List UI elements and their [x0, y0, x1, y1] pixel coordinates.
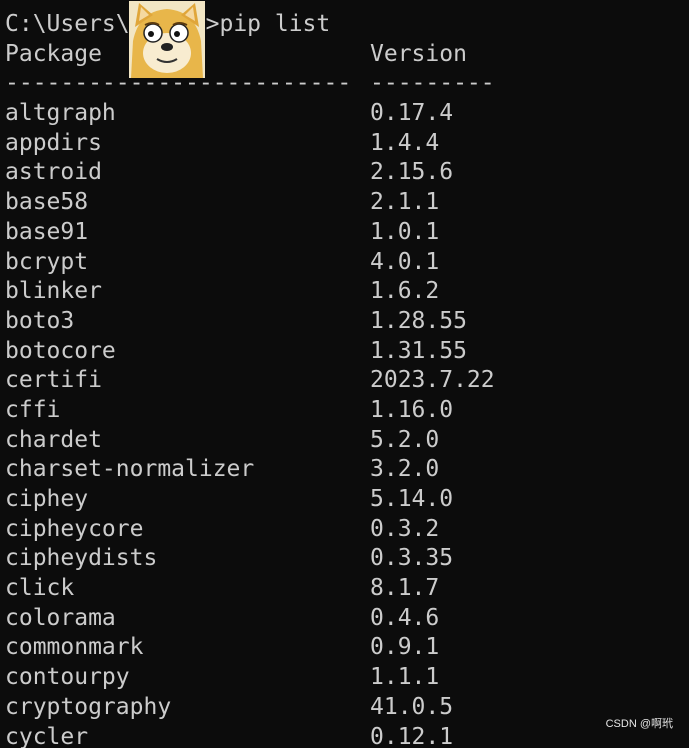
package-list: altgraph 0.17.4 appdirs 1.4.4 astroid 2.15.6 b…	[5, 99, 689, 748]
package-version: 1.31.55	[370, 337, 467, 364]
prompt-command: >pip list	[205, 11, 331, 37]
package-name: charset-normalizer	[5, 456, 255, 483]
package-row: blinker 1.6.2	[5, 277, 689, 307]
package-version: 2.15.6	[370, 159, 454, 186]
package-version: 2.1.1	[370, 189, 440, 216]
package-version: 5.2.0	[370, 426, 440, 453]
package-name: chardet	[5, 426, 102, 453]
package-version: 0.17.4	[370, 100, 454, 127]
package-version: 0.4.6	[370, 604, 440, 631]
package-version: 0.3.35	[370, 545, 454, 572]
csdn-watermark: CSDN @啊玳	[605, 718, 673, 731]
package-version: 2023.7.22	[370, 367, 495, 394]
package-version: 3.2.0	[370, 456, 440, 483]
package-row: contourpy 1.1.1	[5, 663, 689, 693]
package-version: 1.1.1	[370, 664, 440, 691]
package-version: 0.9.1	[370, 634, 440, 661]
package-name: appdirs	[5, 129, 102, 156]
package-name: astroid	[5, 159, 102, 186]
package-row: botocore 1.31.55	[5, 337, 689, 367]
package-row: bcrypt 4.0.1	[5, 248, 689, 278]
package-row: cryptography 41.0.5	[5, 693, 689, 723]
package-row: altgraph 0.17.4	[5, 99, 689, 129]
package-name: cipheycore	[5, 515, 144, 542]
package-version: 1.0.1	[370, 218, 440, 245]
command-prompt-line: C:\Users\ >pip list	[5, 10, 689, 40]
package-name: cipheydists	[5, 545, 158, 572]
prompt-path-start: C:\Users\	[5, 11, 130, 37]
table-separator: ------------------------- ---------	[5, 69, 689, 99]
package-name: contourpy	[5, 664, 130, 691]
package-row: charset-normalizer 3.2.0	[5, 455, 689, 485]
package-name: cffi	[5, 396, 61, 423]
package-version: 1.28.55	[370, 307, 467, 334]
package-version: 5.14.0	[370, 486, 454, 512]
package-row: boto3 1.28.55	[5, 307, 689, 337]
package-name: commonmark	[5, 634, 144, 661]
package-version: 1.4.4	[370, 129, 440, 156]
package-row: click 8.1.7	[5, 574, 689, 604]
package-row: ciphey 5.14.0	[5, 485, 689, 515]
package-name: colorama	[5, 604, 116, 631]
package-version: 4.0.1	[370, 248, 440, 275]
package-row: base91 1.0.1	[5, 218, 689, 248]
package-version: 0.3.2	[370, 515, 440, 542]
package-name: certifi	[5, 367, 102, 394]
package-row: cipheydists 0.3.35	[5, 544, 689, 574]
package-row: certifi 2023.7.22	[5, 366, 689, 396]
package-row: commonmark 0.9.1	[5, 633, 689, 663]
terminal-output: C:\Users\ >pip list Package Version -----…	[5, 10, 689, 748]
package-name: cryptography	[5, 693, 172, 720]
package-row: cffi 1.16.0	[5, 396, 689, 426]
package-name: base91	[5, 218, 89, 245]
header-version: Version	[370, 40, 467, 67]
package-name: base58	[5, 189, 89, 216]
package-row: astroid 2.15.6	[5, 158, 689, 188]
package-name: boto3	[5, 307, 75, 334]
package-row: cipheycore 0.3.2	[5, 515, 689, 545]
package-row: cycler 0.12.1	[5, 723, 689, 748]
package-row: appdirs 1.4.4	[5, 129, 689, 159]
package-version: 8.1.7	[370, 575, 440, 602]
package-name: altgraph	[5, 100, 116, 127]
table-header: Package Version	[5, 40, 689, 70]
package-name: ciphey	[5, 486, 89, 512]
package-name: cycler	[5, 723, 89, 748]
package-version: 1.16.0	[370, 396, 454, 423]
separator-version: ---------	[370, 70, 495, 97]
package-version: 1.6.2	[370, 278, 440, 305]
terminal-window[interactable]: C:\Users\ >pip list Package Version -----…	[0, 0, 689, 748]
package-row: chardet 5.2.0	[5, 426, 689, 456]
doge-avatar-icon	[129, 1, 205, 78]
package-name: click	[5, 575, 75, 602]
package-name: bcrypt	[5, 248, 89, 275]
package-row: colorama 0.4.6	[5, 604, 689, 634]
package-name: botocore	[5, 337, 116, 364]
package-row: base58 2.1.1	[5, 188, 689, 218]
package-name: blinker	[5, 278, 102, 305]
